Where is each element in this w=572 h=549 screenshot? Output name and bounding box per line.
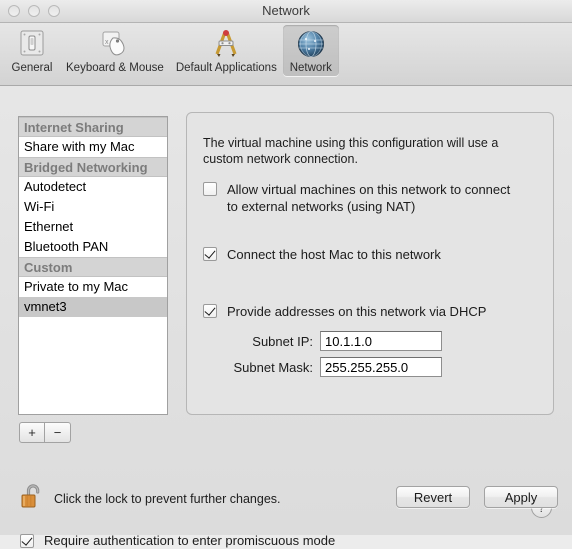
preferences-content: Internet Sharing Share with my Mac Bridg…: [0, 86, 572, 548]
toolbar-item-network-label: Network: [289, 62, 332, 74]
add-remove-segmented-control: + −: [19, 422, 71, 443]
network-settings-panel: The virtual machine using this configura…: [186, 112, 554, 415]
list-group-header: Internet Sharing: [19, 117, 167, 137]
toolbar-item-general[interactable]: General: [4, 25, 60, 76]
footer-buttons: Revert Apply: [396, 486, 558, 508]
network-list[interactable]: Internet Sharing Share with my Mac Bridg…: [18, 116, 168, 415]
remove-network-button[interactable]: −: [45, 422, 71, 443]
toolbar-item-network[interactable]: Network: [282, 25, 339, 76]
list-item[interactable]: Private to my Mac: [19, 277, 167, 297]
subnet-ip-label: Subnet IP:: [252, 333, 313, 349]
list-item[interactable]: Ethernet: [19, 217, 167, 237]
subnet-ip-input[interactable]: [320, 331, 442, 351]
title-bar: Network: [0, 0, 572, 23]
nat-checkbox-row[interactable]: Allow virtual machines on this network t…: [203, 181, 523, 215]
dhcp-checkbox-label: Provide addresses on this network via DH…: [227, 304, 487, 319]
open-padlock-icon[interactable]: [20, 481, 46, 516]
subnet-mask-label: Subnet Mask:: [233, 359, 314, 375]
svg-text:x: x: [105, 39, 109, 46]
subnet-mask-input[interactable]: [320, 357, 442, 377]
dhcp-checkbox-row[interactable]: Provide addresses on this network via DH…: [203, 303, 486, 320]
compass-divider-icon: [210, 28, 242, 60]
mouse-icon: x: [99, 28, 131, 60]
toolbar-item-default-applications-label: Default Applications: [175, 62, 277, 74]
add-network-button[interactable]: +: [19, 422, 45, 443]
list-item[interactable]: Wi-Fi: [19, 197, 167, 217]
host-connect-checkbox-label: Connect the host Mac to this network: [227, 247, 441, 262]
subnet-ip-row: Subnet IP:: [203, 331, 442, 351]
panel-description: The virtual machine using this configura…: [203, 136, 499, 166]
list-item[interactable]: Bluetooth PAN: [19, 237, 167, 257]
toolbar-item-default-applications[interactable]: Default Applications: [170, 25, 283, 76]
globe-icon: [295, 28, 327, 60]
list-item-selected[interactable]: vmnet3: [19, 297, 167, 317]
network-preferences-window: Network General x Keyboard & Mouse Defau…: [0, 0, 572, 548]
toolbar-item-keyboard-mouse-label: Keyboard & Mouse: [66, 62, 164, 74]
preferences-toolbar: General x Keyboard & Mouse Default Appli…: [0, 23, 572, 86]
subnet-mask-row: Subnet Mask:: [203, 357, 442, 377]
toolbar-item-keyboard-mouse[interactable]: x Keyboard & Mouse: [60, 25, 170, 76]
light-switch-icon: [16, 28, 48, 60]
toolbar-item-general-label: General: [11, 62, 53, 74]
window-title: Network: [262, 3, 310, 18]
nat-checkbox-label: Allow virtual machines on this network t…: [227, 182, 511, 214]
host-connect-checkbox-row[interactable]: Connect the host Mac to this network: [203, 246, 441, 263]
host-connect-checkbox[interactable]: [203, 247, 217, 261]
lock-message: Click the lock to prevent further change…: [54, 491, 281, 506]
apply-button[interactable]: Apply: [484, 486, 558, 508]
window-footer: Click the lock to prevent further change…: [0, 471, 572, 535]
dhcp-checkbox[interactable]: [203, 304, 217, 318]
promiscuous-checkbox[interactable]: [20, 534, 34, 548]
revert-button[interactable]: Revert: [396, 486, 470, 508]
list-group-header: Custom: [19, 257, 167, 277]
list-group-header: Bridged Networking: [19, 157, 167, 177]
nat-checkbox[interactable]: [203, 182, 217, 196]
list-item[interactable]: Share with my Mac: [19, 137, 167, 157]
list-item[interactable]: Autodetect: [19, 177, 167, 197]
lock-row[interactable]: Click the lock to prevent further change…: [20, 481, 281, 516]
